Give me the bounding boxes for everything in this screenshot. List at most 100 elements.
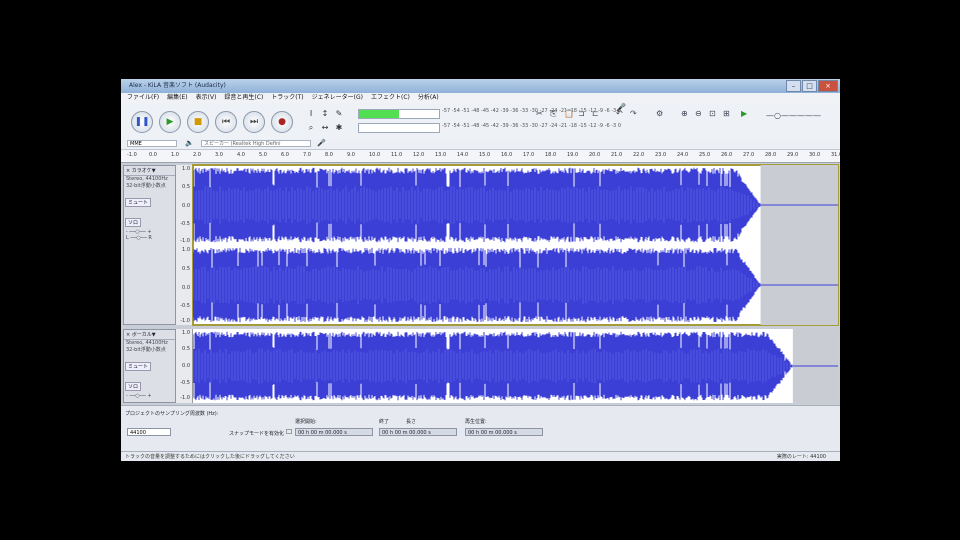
silence-icon[interactable]: ⊏	[592, 109, 599, 118]
waveform-channel	[193, 247, 761, 323]
maximize-button[interactable]: □	[802, 80, 817, 92]
close-button[interactable]: ×	[818, 80, 838, 92]
solo-button[interactable]: ソロ	[125, 218, 142, 227]
track-vertical-scale: 1.0 0.5 0.0 -0.5 -1.0	[176, 329, 193, 403]
track-name-menu[interactable]: × カラオケ▼	[124, 166, 175, 176]
menu-view[interactable]: 表示(V)	[196, 93, 217, 103]
timeshift-tool-icon[interactable]: ↔	[318, 121, 332, 135]
stop-button[interactable]: ■	[187, 111, 209, 133]
actual-rate: 実際のレート: 44100	[776, 454, 826, 460]
ruler-tick-label: 21.0	[611, 152, 623, 158]
timeline-ruler[interactable]: -1.0 0.0 1.0 2.0 3.0 4.0 5.0 6.0 7.0 8.0 9.0 10.0 11…	[121, 150, 840, 163]
scale-label: 1.0	[182, 247, 190, 253]
status-message: トラックの音量を調整するためにはクリックした後にドラッグしてください	[125, 454, 295, 460]
playback-meter-fill	[359, 110, 399, 118]
selection-start-label: 選択開始:	[295, 419, 317, 425]
play-at-speed-icon[interactable]: ▶	[741, 109, 747, 118]
mute-button[interactable]: ミュート	[125, 198, 152, 207]
pause-button[interactable]: ❚❚	[131, 111, 153, 133]
pan-slider[interactable]: L ──○── R	[124, 235, 175, 241]
ruler-tick-label: 31.0	[831, 152, 840, 158]
scale-label: 1.0	[182, 330, 190, 336]
record-button[interactable]: ●	[271, 111, 293, 133]
draw-tool-icon[interactable]: ✎	[332, 107, 346, 121]
fit-project-icon[interactable]: ⊞	[723, 109, 730, 118]
ruler-tick-label: 22.0	[633, 152, 645, 158]
track-info-bitdepth: 32-bit浮動小数点	[126, 183, 166, 189]
scale-label: -0.5	[180, 380, 190, 386]
track-control-panel[interactable]: × ボーカル▼ Stereo, 44100Hz 32-bit浮動小数点 ミュート…	[123, 329, 176, 403]
edit-toolbar: ✂ ⎘ 📋 ⊐ ⊏ ↶ ↷ ⚙ ⊕ ⊖ ⊡ ⊞ ▶ —○————— 🎤	[536, 103, 836, 135]
play-button[interactable]: ▶	[159, 111, 181, 133]
track-name-menu[interactable]: × ボーカル▼	[124, 330, 175, 340]
menu-transport[interactable]: 録音と再生(C)	[224, 93, 263, 103]
solo-button[interactable]: ソロ	[125, 382, 142, 391]
ruler-tick-label: 29.0	[787, 152, 799, 158]
status-bar: トラックの音量を調整するためにはクリックした後にドラッグしてください 実際のレー…	[121, 451, 840, 461]
menu-analyze[interactable]: 分析(A)	[418, 93, 439, 103]
skip-start-button[interactable]: ⏮	[215, 111, 237, 133]
scale-label: 0.0	[182, 203, 190, 209]
menu-tracks[interactable]: トラック(T)	[271, 93, 303, 103]
tools-palette: I ↕ ✎ ⌕ ↔ ✱	[304, 107, 346, 135]
zoom-tool-icon[interactable]: ⌕	[304, 121, 318, 135]
track-info-bitdepth: 32-bit浮動小数点	[126, 347, 166, 353]
pause-icon: ❚❚	[134, 117, 150, 127]
selection-end-field[interactable]: 00 h 00 m 00.000 s	[379, 428, 457, 436]
cut-icon[interactable]: ✂	[536, 109, 543, 118]
menu-effect[interactable]: エフェクト(C)	[371, 93, 410, 103]
ruler-tick-label: 19.0	[567, 152, 579, 158]
mute-button[interactable]: ミュート	[125, 362, 152, 371]
selection-start-field[interactable]: 00 h 00 m 00.000 s	[295, 428, 373, 436]
menu-file[interactable]: ファイル(F)	[127, 93, 159, 103]
redo-icon[interactable]: ↷	[630, 109, 637, 118]
zoom-out-icon[interactable]: ⊖	[695, 109, 702, 118]
paste-icon[interactable]: 📋	[564, 109, 574, 118]
ruler-tick-label: 14.0	[457, 152, 469, 158]
snap-to-label: スナップモードを有効化	[229, 431, 285, 437]
skip-end-icon: ⏭	[249, 117, 259, 127]
audio-position-field[interactable]: 00 h 00 m 00.000 s	[465, 428, 543, 436]
ruler-tick-label: 10.0	[369, 152, 381, 158]
stop-icon: ■	[193, 117, 203, 127]
minimize-button[interactable]: –	[786, 80, 801, 92]
sync-lock-icon[interactable]: ⚙	[656, 109, 663, 118]
ruler-tick-label: 15.0	[479, 152, 491, 158]
snap-to-checkbox[interactable]: ☐	[286, 428, 292, 436]
waveform-track-1[interactable]	[192, 164, 839, 326]
multi-tool-icon[interactable]: ✱	[332, 121, 346, 135]
menu-generate[interactable]: ジェネレーター(G)	[312, 93, 363, 103]
length-radio-label[interactable]: 長さ	[406, 418, 416, 425]
device-toolbar: MME 🔈 スピーカー (Realtek High Defini 🎤	[121, 139, 840, 150]
copy-icon[interactable]: ⎘	[550, 109, 556, 119]
ruler-tick-label: 18.0	[545, 152, 557, 158]
gain-slider[interactable]: - ──○── +	[124, 393, 175, 399]
play-icon: ▶	[166, 117, 174, 127]
ruler-tick-label: 5.0	[259, 152, 267, 158]
zoom-in-icon[interactable]: ⊕	[681, 109, 688, 118]
mic-volume-icon[interactable]: 🎤	[616, 103, 626, 112]
ruler-tick-label: 24.0	[677, 152, 689, 158]
speed-slider-icon[interactable]: —○—————	[766, 111, 821, 120]
scale-label: 1.0	[182, 166, 190, 172]
skip-end-button[interactable]: ⏭	[243, 111, 265, 133]
project-rate-select[interactable]: 44100	[127, 428, 171, 436]
ruler-tick-label: 6.0	[281, 152, 289, 158]
audacity-window: Alex - KiLA 音楽ソフト (Audacity) – □ × ファイル(…	[121, 79, 840, 461]
selection-tool-icon[interactable]: I	[304, 107, 318, 121]
track-control-panel[interactable]: × カラオケ▼ Stereo, 44100Hz 32-bit浮動小数点 ミュート…	[123, 165, 176, 325]
trim-icon[interactable]: ⊐	[578, 109, 585, 118]
host-select[interactable]: MME	[127, 140, 177, 147]
fit-selection-icon[interactable]: ⊡	[709, 109, 716, 118]
ruler-tick-label: 0.0	[149, 152, 157, 158]
skip-start-icon: ⏮	[221, 117, 231, 127]
menu-edit[interactable]: 編集(E)	[167, 93, 187, 103]
envelope-tool-icon[interactable]: ↕	[318, 107, 332, 121]
ruler-tick-label: 28.0	[765, 152, 777, 158]
scale-label: 0.0	[182, 363, 190, 369]
tracks-panel: × カラオケ▼ Stereo, 44100Hz 32-bit浮動小数点 ミュート…	[121, 163, 840, 405]
end-radio-label[interactable]: 終了	[379, 418, 389, 425]
output-device-select[interactable]: スピーカー (Realtek High Defini	[201, 140, 311, 147]
level-meter[interactable]: -57 -54 -51 -48 -45 -42 -39 -36 -33 -30 …	[358, 107, 621, 135]
waveform-track-2[interactable]	[193, 329, 838, 403]
